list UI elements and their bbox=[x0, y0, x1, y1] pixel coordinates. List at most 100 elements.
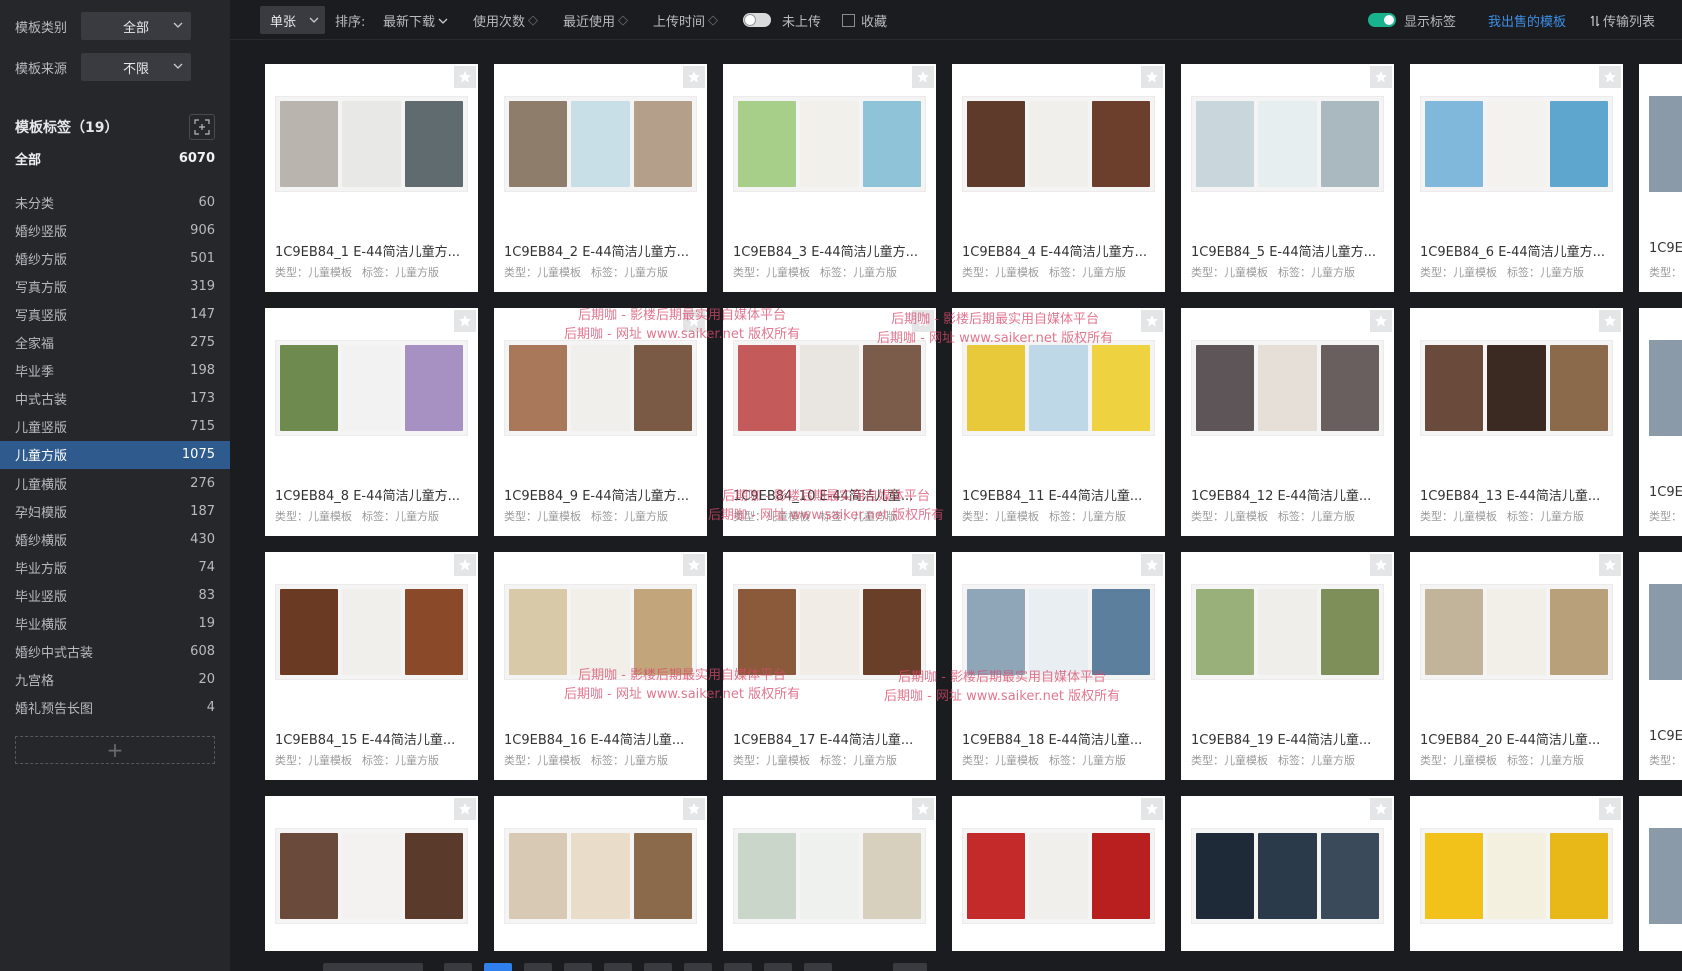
tag-item[interactable]: 全部 6070 bbox=[0, 144, 230, 172]
tag-item[interactable]: 毕业方版 74 bbox=[0, 553, 230, 581]
page-button[interactable] bbox=[564, 963, 592, 971]
tag-item[interactable]: 未分类 60 bbox=[0, 188, 230, 216]
tag-item[interactable]: 写真方版 319 bbox=[0, 272, 230, 300]
favorite-star-icon[interactable] bbox=[454, 798, 476, 820]
tag-label: 儿童竖版 bbox=[15, 421, 68, 437]
favorite-star-icon[interactable] bbox=[912, 798, 934, 820]
template-card-partial[interactable] bbox=[1639, 796, 1682, 951]
template-card[interactable] bbox=[723, 796, 936, 951]
sort-latest-download[interactable]: 最新下载 bbox=[383, 11, 448, 30]
tag-item[interactable]: 婚纱中式古装 608 bbox=[0, 638, 230, 666]
tag-item[interactable]: 九宫格 20 bbox=[0, 666, 230, 694]
source-select[interactable]: 不限 bbox=[81, 53, 191, 81]
favorite-star-icon[interactable] bbox=[1141, 798, 1163, 820]
tag-item[interactable]: 毕业季 198 bbox=[0, 357, 230, 385]
favorite-star-icon[interactable] bbox=[454, 310, 476, 332]
tag-label: 全家福 bbox=[15, 337, 55, 352]
template-card[interactable] bbox=[494, 796, 707, 951]
template-card[interactable]: 1C9EB84_13 E-44简洁儿童... 类型：儿童模板 标签：儿童方版 bbox=[1410, 308, 1623, 536]
page-button[interactable] bbox=[684, 963, 712, 971]
favorite-star-icon[interactable] bbox=[1370, 798, 1392, 820]
transfer-list-button[interactable]: 传输列表 bbox=[1590, 11, 1655, 30]
template-card-partial[interactable]: 1C9E 类型： bbox=[1639, 552, 1682, 780]
page-button[interactable] bbox=[804, 963, 832, 971]
page-button[interactable] bbox=[764, 963, 792, 971]
favorite-star-icon[interactable] bbox=[683, 798, 705, 820]
template-card[interactable]: 1C9EB84_2 E-44简洁儿童方... 类型：儿童模板 标签：儿童方版 bbox=[494, 64, 707, 292]
favorites-checkbox[interactable] bbox=[842, 14, 855, 27]
tag-item[interactable]: 儿童竖版 715 bbox=[0, 413, 230, 441]
favorite-star-icon[interactable] bbox=[1599, 798, 1621, 820]
favorite-star-icon[interactable] bbox=[454, 66, 476, 88]
tag-item[interactable]: 写真竖版 147 bbox=[0, 300, 230, 328]
not-uploaded-toggle[interactable] bbox=[743, 13, 771, 27]
template-card[interactable]: 1C9EB84_4 E-44简洁儿童方... 类型：儿童模板 标签：儿童方版 bbox=[952, 64, 1165, 292]
mode-select[interactable]: 单张 bbox=[260, 6, 325, 34]
tag-item[interactable]: 孕妇模版 187 bbox=[0, 497, 230, 525]
favorite-star-icon[interactable] bbox=[454, 554, 476, 576]
favorite-star-icon[interactable] bbox=[1141, 554, 1163, 576]
tag-item[interactable]: 儿童横版 276 bbox=[0, 469, 230, 497]
template-type: 类型：儿童模板 bbox=[1420, 266, 1497, 279]
tag-item[interactable]: 儿童方版 1075 bbox=[0, 440, 230, 469]
template-card[interactable]: 1C9EB84_5 E-44简洁儿童方... 类型：儿童模板 标签：儿童方版 bbox=[1181, 64, 1394, 292]
my-sold-templates-link[interactable]: 我出售的模板 bbox=[1488, 11, 1566, 30]
page-button[interactable] bbox=[644, 963, 672, 971]
tag-item[interactable]: 婚纱方版 501 bbox=[0, 244, 230, 272]
favorite-star-icon[interactable] bbox=[1141, 66, 1163, 88]
template-card[interactable] bbox=[1181, 796, 1394, 951]
template-card[interactable]: 1C9EB84_3 E-44简洁儿童方... 类型：儿童模板 标签：儿童方版 bbox=[723, 64, 936, 292]
favorite-star-icon[interactable] bbox=[683, 554, 705, 576]
page-jump-input[interactable] bbox=[893, 963, 927, 971]
favorite-star-icon[interactable] bbox=[1141, 310, 1163, 332]
template-card[interactable]: 1C9EB84_15 E-44简洁儿童... 类型：儿童模板 标签：儿童方版 bbox=[265, 552, 478, 780]
sort-recent-use[interactable]: 最近使用 ◇ bbox=[563, 11, 628, 30]
favorite-star-icon[interactable] bbox=[683, 66, 705, 88]
tag-item[interactable]: 婚纱横版 430 bbox=[0, 525, 230, 553]
tag-item[interactable]: 婚礼预告长图 4 bbox=[0, 694, 230, 722]
page-button-active[interactable] bbox=[484, 963, 512, 971]
thumbnail-photo bbox=[1425, 101, 1484, 187]
favorite-star-icon[interactable] bbox=[1370, 310, 1392, 332]
manage-tags-icon[interactable] bbox=[189, 114, 215, 140]
thumbnail-photo bbox=[509, 101, 568, 187]
template-card[interactable]: 1C9EB84_6 E-44简洁儿童方... 类型：儿童模板 标签：儿童方版 bbox=[1410, 64, 1623, 292]
tag-item[interactable]: 毕业竖版 83 bbox=[0, 581, 230, 609]
page-size-select[interactable] bbox=[323, 963, 423, 971]
sort-upload-time[interactable]: 上传时间 ◇ bbox=[653, 11, 718, 30]
tag-label: 婚纱竖版 bbox=[15, 224, 68, 240]
tag-item[interactable]: 全家福 275 bbox=[0, 329, 230, 357]
favorites-filter[interactable]: 收藏 bbox=[842, 11, 887, 30]
favorite-star-icon[interactable] bbox=[912, 66, 934, 88]
template-card[interactable] bbox=[952, 796, 1165, 951]
favorite-star-icon[interactable] bbox=[1599, 554, 1621, 576]
template-card[interactable]: 1C9EB84_20 E-44简洁儿童... 类型：儿童模板 标签：儿童方版 bbox=[1410, 552, 1623, 780]
template-card-partial[interactable]: 1C9E 类型： bbox=[1639, 308, 1682, 536]
favorite-star-icon[interactable] bbox=[1599, 310, 1621, 332]
category-select[interactable]: 全部 bbox=[81, 12, 191, 40]
template-card[interactable]: 1C9EB84_8 E-44简洁儿童方... 类型：儿童模板 标签：儿童方版 bbox=[265, 308, 478, 536]
template-card[interactable]: 1C9EB84_19 E-44简洁儿童... 类型：儿童模板 标签：儿童方版 bbox=[1181, 552, 1394, 780]
sort-use-count[interactable]: 使用次数 ◇ bbox=[473, 11, 538, 30]
favorite-star-icon[interactable] bbox=[1599, 66, 1621, 88]
page-button[interactable] bbox=[524, 963, 552, 971]
template-card[interactable] bbox=[265, 796, 478, 951]
favorite-star-icon[interactable] bbox=[1370, 554, 1392, 576]
add-tag-button[interactable]: + bbox=[15, 736, 215, 764]
page-button[interactable] bbox=[604, 963, 632, 971]
favorite-star-icon[interactable] bbox=[912, 554, 934, 576]
template-card-partial[interactable]: 1C9E 类型： bbox=[1639, 64, 1682, 292]
tag-item[interactable]: 中式古装 173 bbox=[0, 385, 230, 413]
tag-item[interactable]: 婚纱竖版 906 bbox=[0, 216, 230, 244]
favorite-star-icon[interactable] bbox=[1370, 66, 1392, 88]
template-card[interactable]: 1C9EB84_18 E-44简洁儿童... 类型：儿童模板 标签：儿童方版 bbox=[952, 552, 1165, 780]
tag-count: 19 bbox=[198, 616, 215, 631]
template-card[interactable]: 1C9EB84_12 E-44简洁儿童... 类型：儿童模板 标签：儿童方版 bbox=[1181, 308, 1394, 536]
show-tags-toggle[interactable] bbox=[1368, 13, 1396, 27]
page-button[interactable] bbox=[444, 963, 472, 971]
template-card[interactable] bbox=[1410, 796, 1623, 951]
thumbnail-photo bbox=[1091, 101, 1150, 187]
tag-item[interactable]: 毕业横版 19 bbox=[0, 610, 230, 638]
page-button[interactable] bbox=[724, 963, 752, 971]
template-card[interactable]: 1C9EB84_1 E-44简洁儿童方... 类型：儿童模板 标签：儿童方版 bbox=[265, 64, 478, 292]
